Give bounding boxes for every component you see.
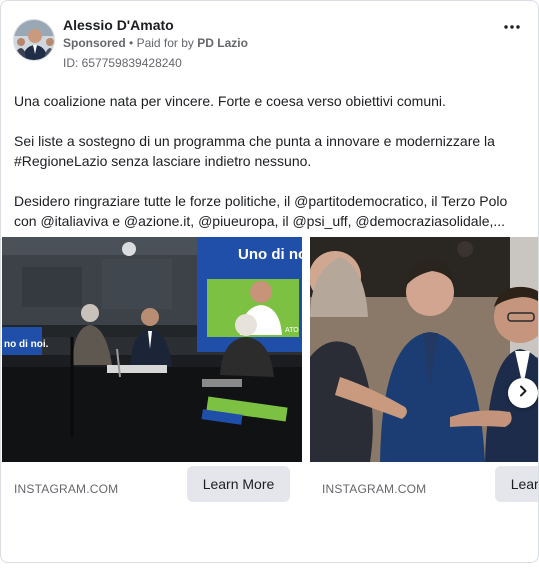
carousel-card-1[interactable]: Uno di noi. ATO no di noi.: [2, 237, 302, 557]
ad-carousel: Uno di noi. ATO no di noi.: [1, 237, 538, 557]
card-1-domain: INSTAGRAM.COM: [14, 482, 119, 496]
banner-text: Uno di noi.: [238, 246, 302, 263]
paid-for-by-name: PD Lazio: [197, 36, 248, 50]
avatar[interactable]: [13, 19, 55, 61]
ad-header: Alessio D'Amato Sponsored • Paid for by …: [13, 15, 533, 75]
learn-more-button[interactable]: Learn More: [495, 466, 538, 502]
chevron-right-icon: [517, 384, 529, 402]
carousel-next-button[interactable]: [508, 378, 538, 408]
more-horizontal-icon[interactable]: [500, 15, 524, 39]
card-2-domain: INSTAGRAM.COM: [322, 482, 427, 496]
table-sign-text: no di noi.: [4, 339, 49, 350]
carousel-card-2[interactable]: INSTAGRAM.COM Learn More: [310, 237, 538, 557]
body-paragraph-2: Sei liste a sostegno di un programma che…: [14, 133, 495, 169]
sponsored-label: Sponsored: [63, 36, 126, 50]
ad-card: Alessio D'Amato Sponsored • Paid for by …: [0, 0, 539, 563]
carousel-image-2[interactable]: [310, 237, 538, 462]
sponsored-line: Sponsored • Paid for by PD Lazio: [63, 36, 248, 50]
learn-more-button[interactable]: Learn More: [187, 466, 290, 502]
paid-for-prefix: Paid for by: [136, 36, 194, 50]
body-paragraph-1: Una coalizione nata per vincere. Forte e…: [14, 93, 446, 109]
advertiser-name[interactable]: Alessio D'Amato: [63, 17, 174, 33]
meta-separator: •: [129, 36, 134, 50]
ad-body-text: Una coalizione nata per vincere. Forte e…: [14, 91, 529, 251]
ad-id: ID: 657759839428240: [63, 56, 182, 70]
banner-small-text: ATO: [285, 327, 299, 334]
body-paragraph-3: Desidero ringraziare tutte le forze poli…: [14, 193, 508, 229]
carousel-image-1[interactable]: Uno di noi. ATO no di noi.: [2, 237, 302, 462]
